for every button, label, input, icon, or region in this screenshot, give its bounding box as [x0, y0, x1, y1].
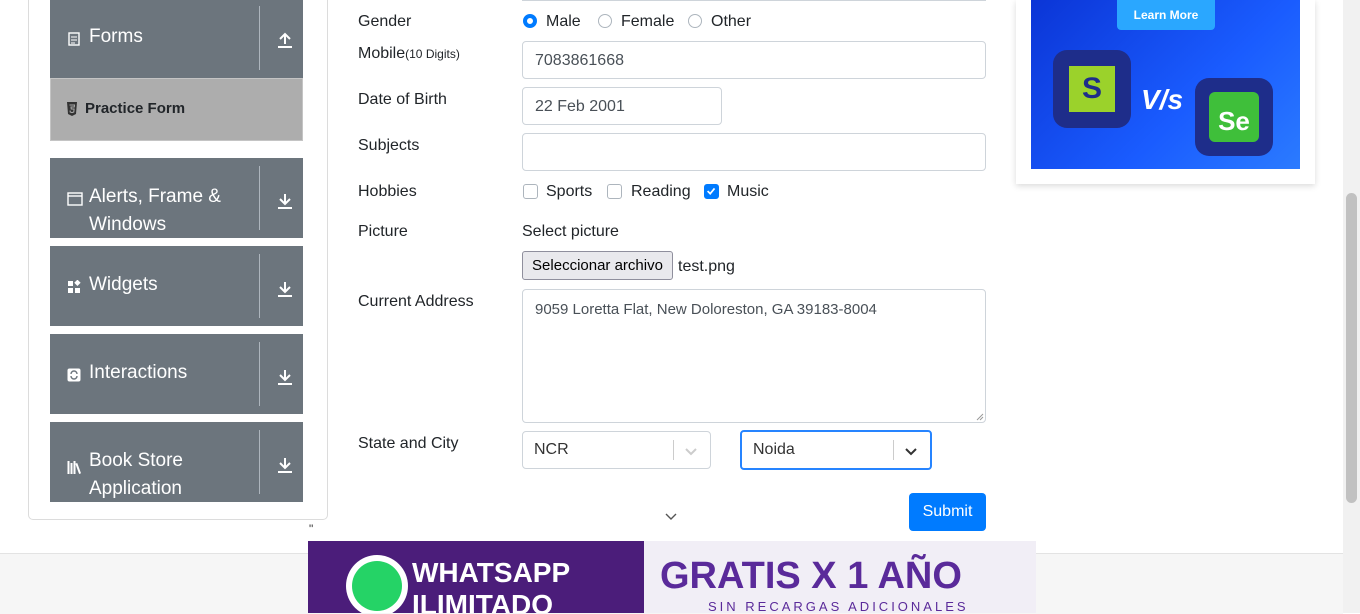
chevron-down-icon	[905, 448, 917, 456]
sidebar-group-interactions[interactable]: Interactions	[50, 334, 303, 414]
choose-file-button[interactable]: Seleccionar archivo	[522, 251, 673, 280]
gender-option-label[interactable]: Other	[711, 13, 751, 31]
books-icon	[67, 461, 81, 474]
sidebar-item-label: Practice Form	[85, 100, 186, 117]
address-textarea[interactable]: 9059 Loretta Flat, New Doloreston, GA 39…	[522, 289, 986, 423]
hobby-checkbox-reading[interactable]	[607, 184, 622, 199]
hobby-option-label[interactable]: Music	[727, 183, 769, 201]
sidebar-group-label: Book Store Application	[89, 450, 183, 499]
select-separator	[893, 440, 894, 460]
sidebar-item-practice-form[interactable]: Practice Form	[50, 78, 303, 141]
city-value: Noida	[753, 441, 795, 458]
form-top-border	[522, 0, 986, 1]
hobby-checkbox-sports[interactable]	[523, 184, 538, 199]
html5-icon	[67, 102, 77, 116]
gender-radio-male[interactable]	[523, 14, 537, 28]
sidebar-group-book-store[interactable]: Book Store Application	[50, 422, 303, 502]
hobby-option-label[interactable]: Reading	[631, 183, 691, 201]
window-icon	[67, 192, 83, 206]
select-separator	[673, 440, 674, 460]
download-arrow-icon[interactable]	[276, 280, 294, 298]
chevron-down-icon[interactable]	[664, 509, 678, 523]
ad-right-panel: GRATIS X 1 AÑO SIN RECARGAS ADICIONALES	[644, 541, 1036, 613]
download-arrow-icon[interactable]	[276, 368, 294, 386]
resize-handle-icon[interactable]	[976, 413, 984, 421]
sidebar-group-forms[interactable]: Forms	[50, 0, 303, 78]
divider	[259, 254, 260, 318]
picture-label: Picture	[358, 223, 408, 240]
checkmark-icon	[706, 187, 716, 195]
sidebar-group-label: Forms	[89, 26, 143, 47]
divider	[259, 6, 260, 70]
file-name: test.png	[678, 258, 735, 275]
gender-radio-other[interactable]	[688, 14, 702, 28]
address-label: Current Address	[358, 293, 474, 310]
ad-image: Learn More S V/s Se	[1031, 0, 1300, 169]
ad-sin-recargas-text: SIN RECARGAS ADICIONALES	[708, 599, 969, 613]
city-select[interactable]: Noida	[740, 430, 932, 470]
state-select[interactable]: NCR	[522, 431, 711, 469]
ad-whatsapp-text: WHATSAPP	[412, 557, 571, 588]
gender-option-label[interactable]: Female	[621, 13, 674, 31]
learn-more-button[interactable]: Learn More	[1117, 0, 1215, 30]
sidebar-group-label: Interactions	[89, 362, 188, 383]
picture-prompt: Select picture	[522, 223, 619, 240]
mobile-input[interactable]: 7083861668	[522, 41, 986, 79]
scrollbar-thumb[interactable]	[1346, 193, 1357, 503]
upload-arrow-icon[interactable]	[276, 31, 294, 49]
subjects-label: Subjects	[358, 137, 420, 154]
divider	[259, 342, 260, 406]
sidebar-group-alerts[interactable]: Alerts, Frame & Windows	[50, 158, 303, 238]
hobby-option-label[interactable]: Sports	[546, 183, 592, 201]
gender-radio-female[interactable]	[598, 14, 612, 28]
gender-option-label[interactable]: Male	[546, 13, 581, 31]
selenium-logo: Se	[1195, 78, 1273, 156]
stray-quote: "	[309, 522, 314, 536]
dob-label: Date of Birth	[358, 91, 447, 108]
vs-text: V/s	[1141, 84, 1184, 115]
widgets-icon	[68, 280, 81, 293]
download-arrow-icon[interactable]	[276, 192, 294, 210]
mobile-label: Mobile(10 Digits)	[358, 45, 460, 62]
whatsapp-icon	[346, 555, 408, 613]
state-city-label: State and City	[358, 435, 459, 452]
chevron-down-icon	[685, 448, 697, 456]
submit-button[interactable]: Submit	[909, 493, 986, 531]
sidebar-group-label: Widgets	[89, 274, 158, 295]
state-value: NCR	[534, 441, 569, 458]
divider	[259, 430, 260, 494]
download-arrow-icon[interactable]	[276, 456, 294, 474]
sidebar-group-widgets[interactable]: Widgets	[50, 246, 303, 326]
ad-banner-top[interactable]: Learn More S V/s Se	[1016, 0, 1315, 184]
ad-ilimitado-text: ILIMITADO	[412, 589, 554, 613]
gender-label: Gender	[358, 13, 412, 30]
subjects-input[interactable]	[522, 133, 986, 171]
dob-input[interactable]: 22 Feb 2001	[522, 87, 722, 125]
ad-left-panel: WHATSAPP ILIMITADO	[308, 541, 644, 613]
katalon-logo: S	[1053, 50, 1131, 128]
interactions-icon	[67, 368, 81, 382]
hobby-checkbox-music[interactable]	[704, 184, 719, 199]
mobile-hint: (10 Digits)	[405, 47, 460, 61]
document-icon	[68, 32, 80, 46]
sidebar-group-label: Alerts, Frame & Windows	[89, 186, 221, 235]
hobbies-label: Hobbies	[358, 183, 417, 200]
ad-banner-bottom[interactable]: WHATSAPP ILIMITADO GRATIS X 1 AÑO SIN RE…	[308, 541, 1036, 613]
ad-gratis-text: GRATIS X 1 AÑO	[660, 555, 962, 597]
divider	[259, 166, 260, 230]
